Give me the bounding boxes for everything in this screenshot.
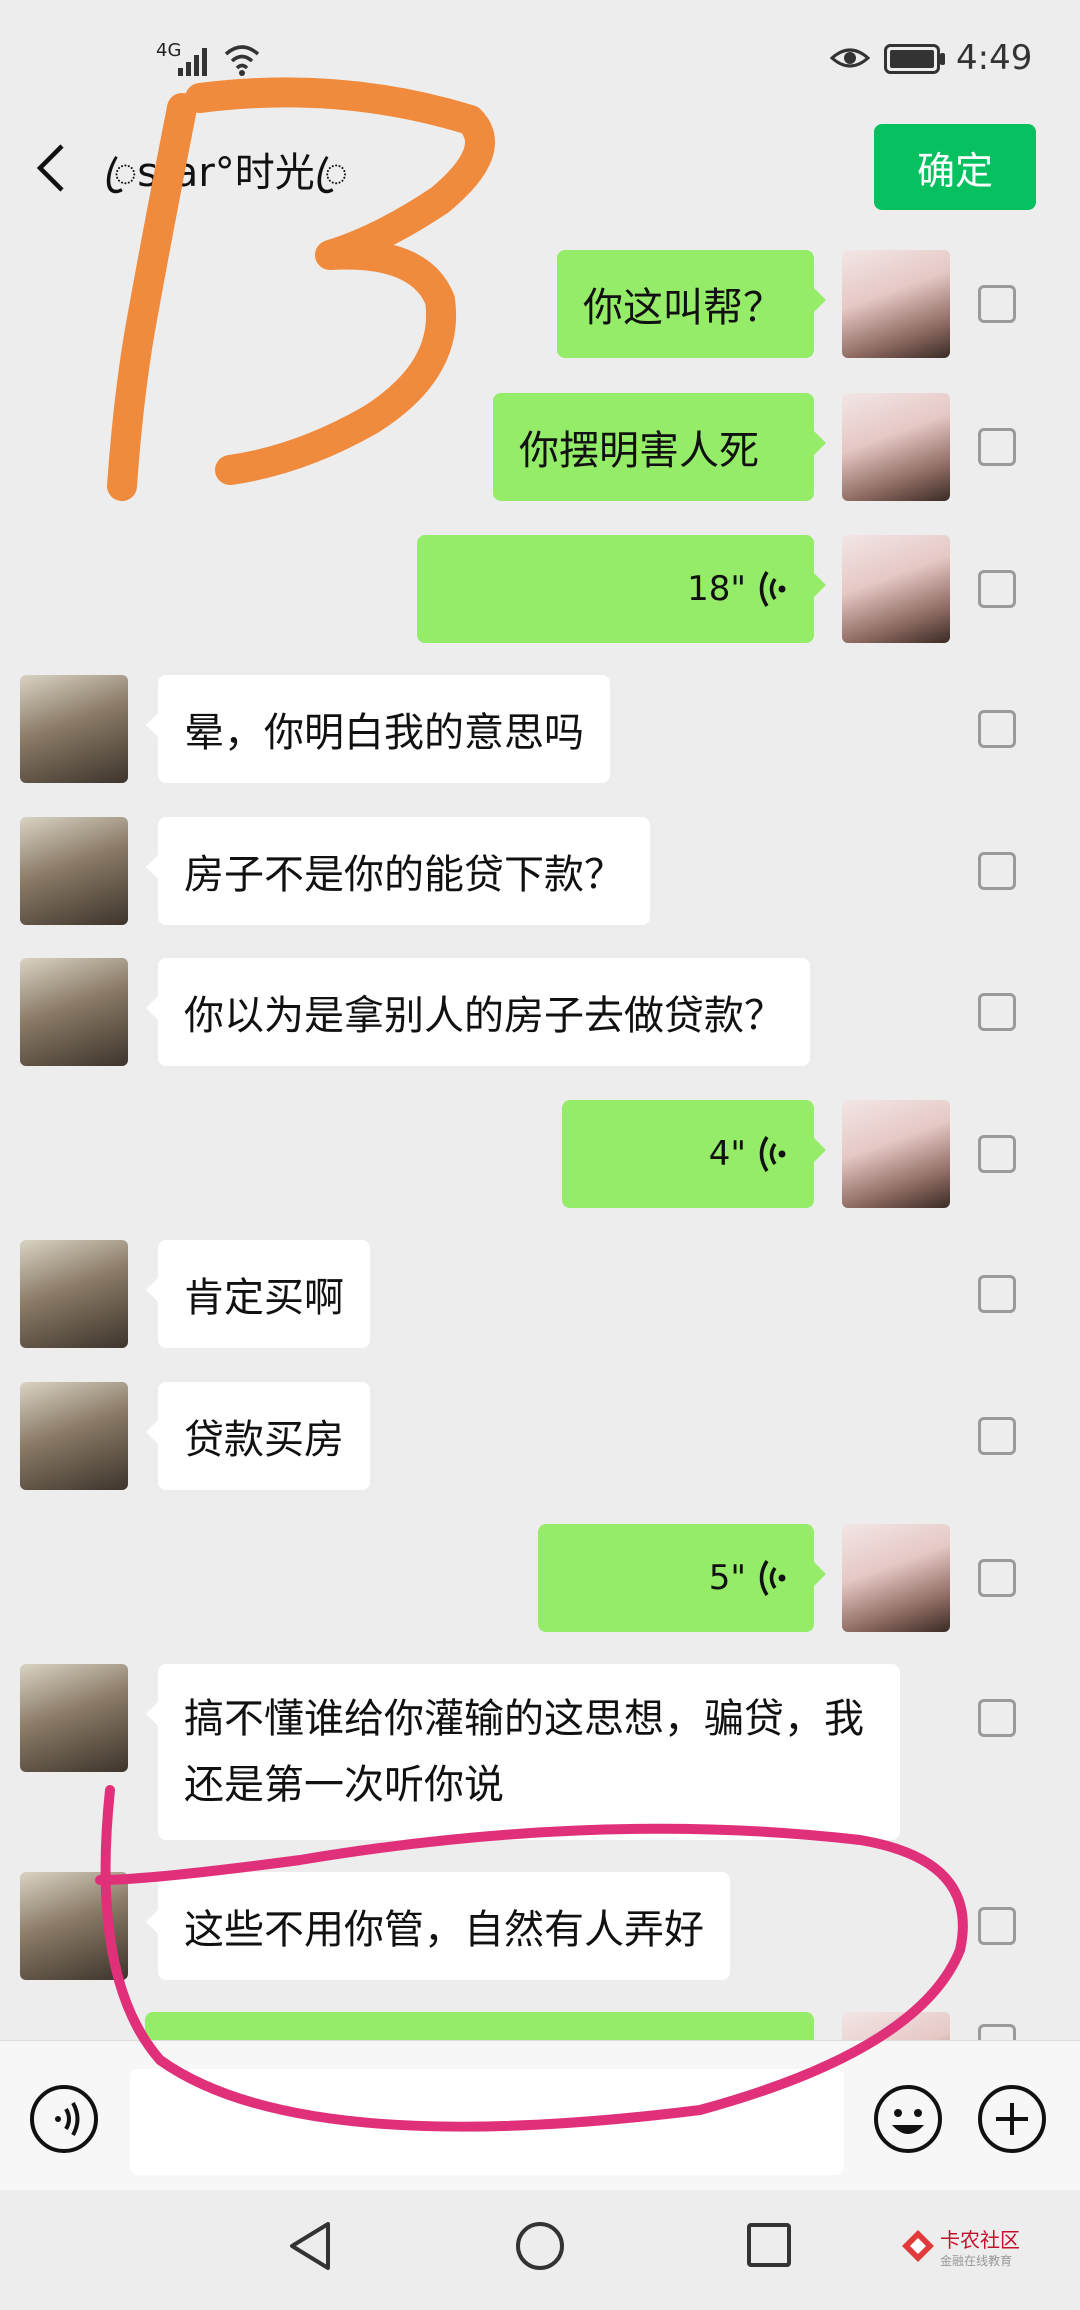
chat-header: ꦿstar°时光ꦿ 确定: [0, 104, 1080, 232]
confirm-button[interactable]: 确定: [874, 124, 1036, 210]
emoji-icon[interactable]: [872, 2083, 944, 2155]
select-checkbox[interactable]: [978, 993, 1016, 1031]
message-list[interactable]: 你这叫帮？ 你摆明害人死 18" 晕，你明白我的意思吗 房子不是你的能贷下款？: [0, 232, 1080, 2040]
voice-message-bubble[interactable]: 4": [562, 1100, 826, 1208]
status-time: 4:49: [956, 38, 1033, 78]
chat-title: ꦿstar°时光ꦿ: [104, 150, 349, 196]
watermark-name: 卡农社区: [940, 2228, 1020, 2252]
select-checkbox[interactable]: [978, 1559, 1016, 1597]
plus-icon[interactable]: [976, 2083, 1048, 2155]
voice-duration: 5": [708, 1558, 746, 1598]
select-checkbox[interactable]: [978, 852, 1016, 890]
avatar-self[interactable]: [842, 1100, 950, 1208]
message-bubble[interactable]: 肯定买啊: [146, 1240, 370, 1348]
select-checkbox[interactable]: [978, 1135, 1016, 1173]
system-nav-bar: 卡农社区 金融在线教育: [0, 2190, 1080, 2310]
voice-input-icon[interactable]: [28, 2083, 100, 2155]
voice-message-bubble[interactable]: 18": [417, 535, 826, 643]
status-bar: 4G 4:49: [0, 0, 1080, 104]
avatar-self[interactable]: [842, 535, 950, 643]
input-bar: [0, 2040, 1080, 2191]
nav-back-icon[interactable]: [284, 2218, 336, 2274]
select-checkbox[interactable]: [978, 1417, 1016, 1455]
message-bubble-partial[interactable]: [145, 2012, 814, 2040]
message-bubble[interactable]: 这些不用你管，自然有人弄好: [146, 1872, 730, 1980]
voice-message-bubble[interactable]: 5": [538, 1524, 826, 1632]
select-checkbox[interactable]: [978, 570, 1016, 608]
watermark-logo-icon: [902, 2230, 934, 2262]
message-bubble[interactable]: 你摆明害人死: [493, 393, 826, 501]
nav-home-icon[interactable]: [514, 2220, 566, 2272]
avatar-self[interactable]: [842, 250, 950, 358]
avatar-contact[interactable]: [20, 1664, 128, 1772]
select-checkbox[interactable]: [978, 1275, 1016, 1313]
wifi-icon: [224, 45, 260, 76]
avatar-contact[interactable]: [20, 1382, 128, 1490]
eye-comfort-icon: [830, 48, 870, 68]
select-checkbox[interactable]: [978, 2024, 1016, 2040]
message-bubble[interactable]: 你这叫帮？: [557, 250, 826, 358]
avatar-contact[interactable]: [20, 1240, 128, 1348]
message-bubble[interactable]: 房子不是你的能贷下款？: [146, 817, 650, 925]
select-checkbox[interactable]: [978, 1699, 1016, 1737]
select-checkbox[interactable]: [978, 285, 1016, 323]
back-arrow-icon[interactable]: [32, 140, 72, 196]
battery-icon: [884, 44, 945, 74]
message-input[interactable]: [130, 2069, 844, 2175]
avatar-self[interactable]: [842, 393, 950, 501]
avatar-contact[interactable]: [20, 675, 128, 783]
avatar-contact[interactable]: [20, 1872, 128, 1980]
voice-wave-icon: [759, 1136, 786, 1172]
voice-duration: 4": [708, 1134, 746, 1174]
select-checkbox[interactable]: [978, 428, 1016, 466]
voice-duration: 18": [687, 569, 746, 609]
avatar-contact[interactable]: [20, 958, 128, 1066]
message-bubble[interactable]: 你以为是拿别人的房子去做贷款？: [146, 958, 810, 1066]
signal-icon: [178, 48, 207, 76]
message-bubble[interactable]: 贷款买房: [146, 1382, 370, 1490]
message-bubble[interactable]: 搞不懂谁给你灌输的这思想，骗贷，我还是第一次听你说: [146, 1664, 900, 1840]
voice-wave-icon: [759, 1560, 786, 1596]
nav-recent-apps-icon[interactable]: [746, 2222, 792, 2268]
message-bubble[interactable]: 晕，你明白我的意思吗: [146, 675, 610, 783]
avatar-self[interactable]: [842, 2012, 950, 2040]
select-checkbox[interactable]: [978, 710, 1016, 748]
avatar-self[interactable]: [842, 1524, 950, 1632]
select-checkbox[interactable]: [978, 1907, 1016, 1945]
avatar-contact[interactable]: [20, 817, 128, 925]
watermark-subtitle: 金融在线教育: [940, 2254, 1013, 2268]
voice-wave-icon: [759, 571, 786, 607]
